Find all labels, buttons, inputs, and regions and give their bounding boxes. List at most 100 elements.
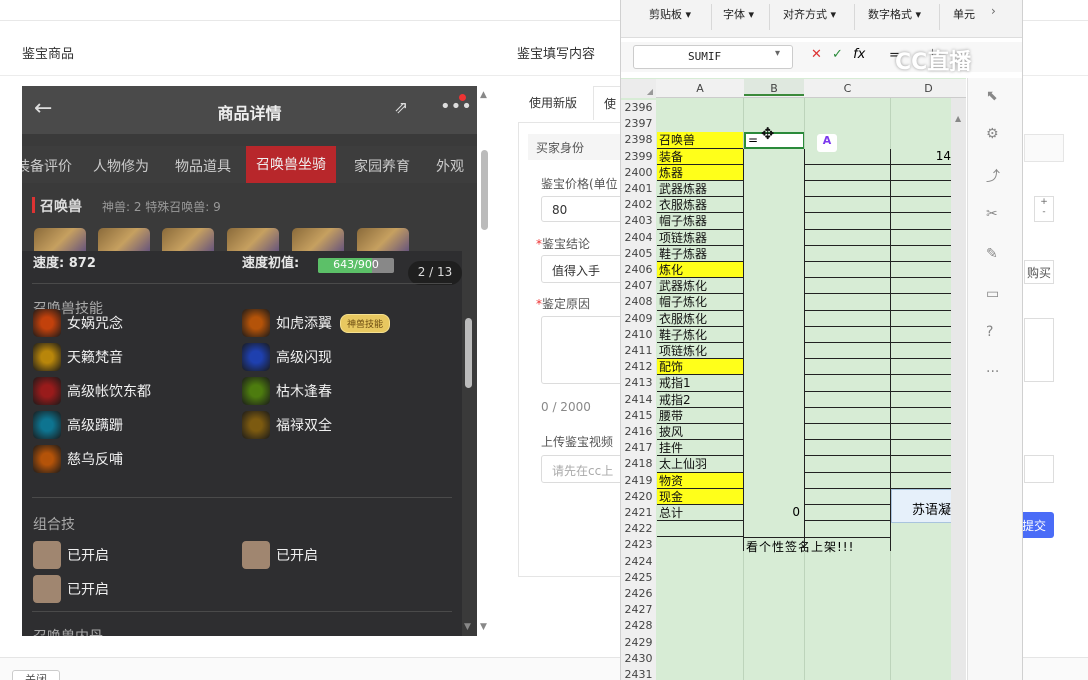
confirm-icon[interactable]: ✓ bbox=[832, 47, 843, 62]
ribbon-font[interactable]: 字体 ▾ bbox=[723, 6, 754, 22]
cell-d[interactable]: 14 bbox=[891, 149, 951, 165]
fx-icon[interactable]: fx bbox=[853, 47, 865, 62]
row-number[interactable]: 2411 bbox=[621, 343, 656, 360]
cell-a[interactable] bbox=[657, 570, 743, 586]
row-number[interactable]: 2430 bbox=[621, 650, 656, 667]
row-number[interactable]: 2399 bbox=[621, 148, 656, 165]
cell-a[interactable]: 戒指1 bbox=[657, 375, 743, 392]
pet-skill[interactable]: 如虎添翼 神兽技能 bbox=[242, 309, 391, 337]
row-number[interactable]: 2429 bbox=[621, 634, 656, 651]
chevron-right-icon[interactable]: › bbox=[991, 4, 1007, 32]
cell-a[interactable] bbox=[657, 602, 743, 618]
row-number[interactable]: 2407 bbox=[621, 278, 656, 295]
cell-a[interactable]: 腰带 bbox=[657, 408, 743, 424]
cell-a[interactable] bbox=[657, 651, 743, 667]
price-input[interactable]: 80 bbox=[541, 196, 626, 222]
row-number[interactable]: 2426 bbox=[621, 586, 656, 603]
scroll-down-arrow[interactable]: ▼ bbox=[464, 622, 471, 632]
more-icon[interactable]: ••• bbox=[440, 96, 472, 117]
row-number[interactable]: 2414 bbox=[621, 391, 656, 408]
pet-skill[interactable]: 慈乌反哺 bbox=[33, 445, 123, 473]
scroll-down-arrow[interactable]: ▼ bbox=[480, 622, 487, 632]
cell-a[interactable]: 召唤兽 bbox=[657, 132, 743, 149]
column-header[interactable]: C bbox=[805, 82, 890, 95]
row-number[interactable]: 2423 bbox=[621, 537, 656, 554]
tab-equipment[interactable]: 装备评价 bbox=[22, 156, 72, 176]
upload-input[interactable]: 请先在cc上 bbox=[541, 455, 626, 483]
cell-a[interactable]: 帽子炼化 bbox=[657, 294, 743, 311]
row-number[interactable]: 2396 bbox=[621, 100, 656, 117]
column-header[interactable]: A bbox=[657, 82, 743, 95]
row-number[interactable]: 2420 bbox=[621, 488, 656, 505]
pet-skill[interactable]: 福禄双全 bbox=[242, 411, 332, 439]
tools-icon[interactable]: ✂ bbox=[986, 206, 998, 222]
row-number[interactable]: 2424 bbox=[621, 553, 656, 570]
page-scrollbar[interactable] bbox=[481, 150, 488, 230]
row-number[interactable]: 2416 bbox=[621, 424, 656, 441]
cell-a[interactable]: 项链炼器 bbox=[657, 230, 743, 246]
row-number[interactable]: 2402 bbox=[621, 197, 656, 214]
row-number[interactable]: 2408 bbox=[621, 294, 656, 311]
name-box[interactable]: SUMIF bbox=[633, 45, 793, 69]
row-number[interactable]: 2413 bbox=[621, 375, 656, 392]
ribbon-clipboard[interactable]: 剪贴板 ▾ bbox=[649, 6, 691, 22]
cancel-icon[interactable]: ✕ bbox=[811, 47, 822, 62]
cell-a[interactable] bbox=[657, 554, 743, 570]
buy-option[interactable]: 购买 bbox=[1024, 260, 1054, 284]
cell-a[interactable]: 武器炼化 bbox=[657, 278, 743, 295]
tab-items[interactable]: 物品道具 bbox=[175, 156, 231, 176]
column-header[interactable]: B bbox=[744, 79, 804, 96]
row-number[interactable]: 2404 bbox=[621, 229, 656, 246]
row-number[interactable]: 2428 bbox=[621, 618, 656, 635]
row-number[interactable]: 2418 bbox=[621, 456, 656, 473]
book-icon[interactable]: ▭ bbox=[986, 286, 999, 302]
cell-a[interactable]: 武器炼器 bbox=[657, 181, 743, 198]
row-number[interactable]: 2400 bbox=[621, 164, 656, 181]
tab-appearance[interactable]: 外观 bbox=[436, 156, 464, 176]
cell-a[interactable]: 项链炼化 bbox=[657, 343, 743, 360]
tab-pets-mounts[interactable]: 召唤兽坐骑 bbox=[246, 146, 336, 183]
row-number[interactable]: 2419 bbox=[621, 472, 656, 489]
ribbon-alignment[interactable]: 对齐方式 ▾ bbox=[783, 6, 836, 22]
cell-a[interactable]: 配饰 bbox=[657, 359, 743, 376]
row-number[interactable]: 2409 bbox=[621, 310, 656, 327]
cell-a[interactable] bbox=[657, 537, 743, 553]
scroll-up-arrow[interactable]: ▲ bbox=[480, 90, 487, 100]
row-number[interactable]: 2427 bbox=[621, 602, 656, 619]
cell-a[interactable] bbox=[657, 635, 743, 651]
tab-cultivation[interactable]: 人物修为 bbox=[93, 156, 149, 176]
cell-a[interactable] bbox=[657, 586, 743, 602]
chevron-down-icon[interactable]: ▾ bbox=[775, 48, 780, 59]
cell-a[interactable]: 总计 bbox=[657, 505, 743, 522]
row-number[interactable]: 2410 bbox=[621, 326, 656, 343]
edit-icon[interactable]: ✎ bbox=[986, 246, 998, 262]
close-button[interactable]: 关闭 bbox=[12, 670, 60, 680]
cell-a[interactable]: 现金 bbox=[657, 488, 743, 505]
pointer-icon[interactable]: ⬉ bbox=[986, 88, 998, 104]
cell-a[interactable]: 挂件 bbox=[657, 440, 743, 457]
column-header[interactable]: D bbox=[891, 82, 966, 95]
select-all-corner[interactable]: ◢ bbox=[621, 79, 656, 98]
ribbon-number-format[interactable]: 数字格式 ▾ bbox=[868, 6, 921, 22]
cell-a[interactable] bbox=[657, 100, 743, 116]
cell-a[interactable]: 戒指2 bbox=[657, 392, 743, 408]
cell-a[interactable] bbox=[657, 521, 743, 538]
submit-button[interactable]: 提交 bbox=[1018, 512, 1054, 538]
cell-a[interactable]: 太上仙羽 bbox=[657, 456, 743, 473]
row-number[interactable]: 2417 bbox=[621, 440, 656, 457]
row-number[interactable]: 2422 bbox=[621, 521, 656, 538]
row-number[interactable]: 2412 bbox=[621, 359, 656, 376]
cell-a[interactable]: 鞋子炼器 bbox=[657, 246, 743, 262]
share-icon[interactable]: ⇗ bbox=[394, 98, 408, 118]
pet-skill[interactable]: 枯木逢春 bbox=[242, 377, 332, 405]
cell-b[interactable]: 看个性签名上架!!! bbox=[744, 537, 891, 554]
row-number[interactable]: 2421 bbox=[621, 505, 656, 522]
cell-a[interactable]: 衣服炼化 bbox=[657, 311, 743, 327]
tab-home[interactable]: 家园养育 bbox=[354, 156, 410, 176]
cell-a[interactable] bbox=[657, 667, 743, 680]
cell-b[interactable]: 0 bbox=[744, 505, 804, 521]
cell-a[interactable]: 披风 bbox=[657, 424, 743, 441]
conclusion-option[interactable]: 值得入手 bbox=[541, 255, 626, 283]
pet-skill[interactable]: 天籁梵音 bbox=[33, 343, 123, 371]
tab-new-version[interactable]: 使用新版 bbox=[519, 86, 587, 119]
